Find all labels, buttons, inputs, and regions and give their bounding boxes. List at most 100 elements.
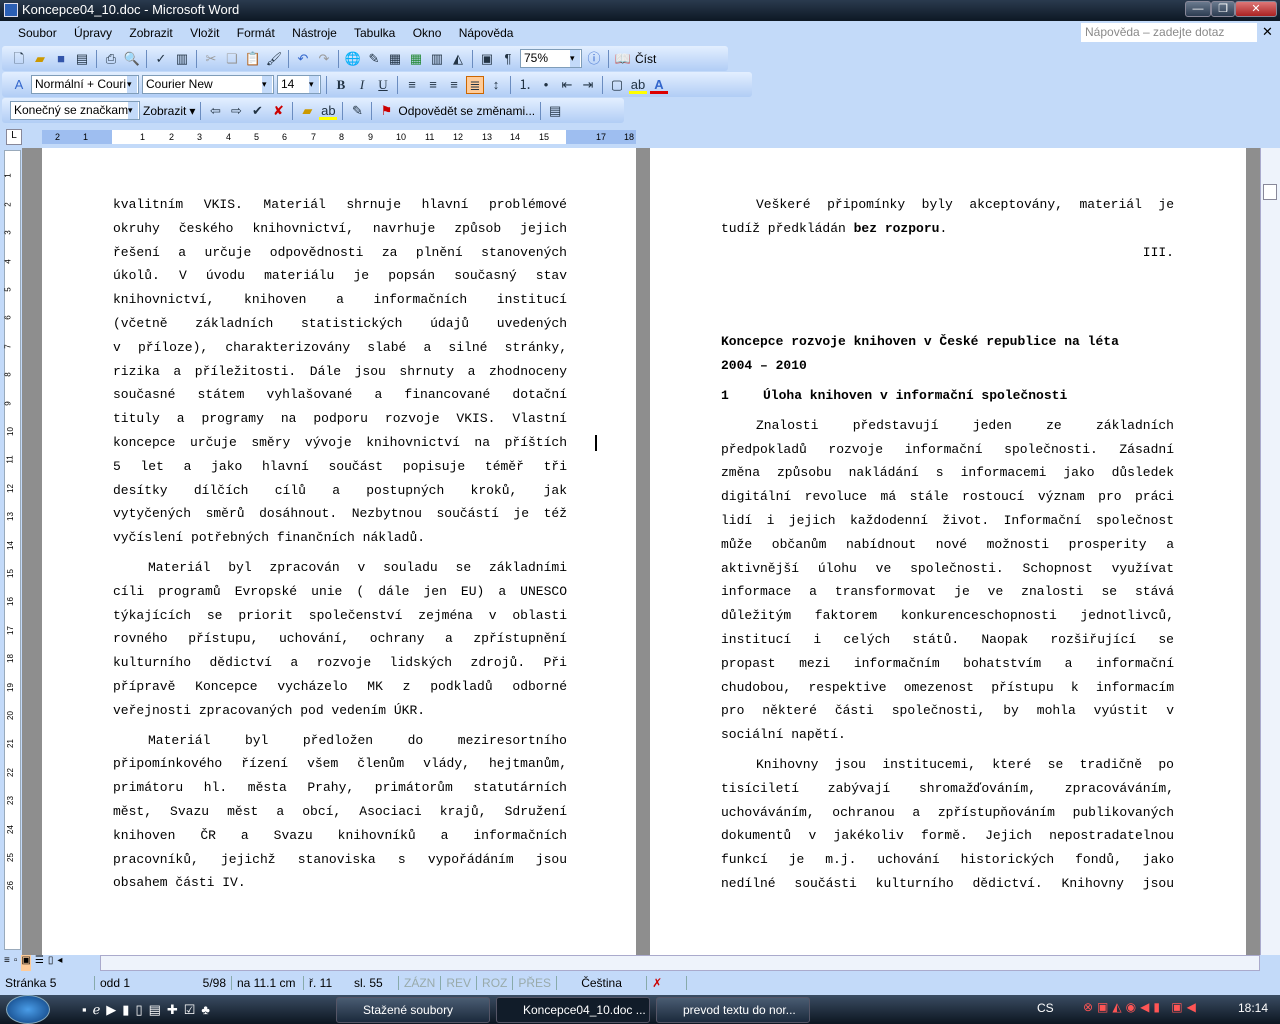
undo-icon[interactable]: ↶ [294, 50, 312, 68]
print-layout-icon[interactable]: ▣ [21, 955, 31, 971]
horizontal-ruler[interactable]: L 2 1 1 2 3 4 5 6 7 8 9 10 11 12 13 14 15 17 18 [0, 126, 1280, 148]
new-icon[interactable]: 🗋 [10, 50, 28, 68]
drawing-icon[interactable]: ◭ [449, 50, 467, 68]
permission-icon[interactable]: ▤ [73, 50, 91, 68]
insert-table-icon[interactable]: ▦ [386, 50, 404, 68]
tables-borders-icon[interactable]: ✎ [365, 50, 383, 68]
spelling-status-icon[interactable]: ✗ [647, 976, 688, 990]
menu-zobrazit[interactable]: Zobrazit [129, 26, 172, 40]
open-icon[interactable]: ▰ [31, 50, 49, 68]
copy-icon[interactable]: ❏ [223, 50, 241, 68]
bullets-icon[interactable]: • [537, 76, 555, 94]
cut-icon[interactable]: ✂ [202, 50, 220, 68]
left-page[interactable]: kvalitním VKIS. Materiál shrnuje hlavní … [42, 148, 636, 955]
read-button[interactable]: Číst [635, 52, 656, 66]
reviewing-pane-icon[interactable]: ▤ [546, 102, 564, 120]
menu-upravy[interactable]: Úpravy [74, 26, 112, 40]
spelling-icon[interactable]: ✓ [152, 50, 170, 68]
track-changes-icon[interactable]: ✎ [348, 102, 366, 120]
task-downloads[interactable]: Stažené soubory [336, 997, 490, 1023]
font-size-select[interactable]: 14 [277, 75, 321, 94]
next-change-icon[interactable]: ⇨ [227, 102, 245, 120]
redo-icon[interactable]: ↷ [315, 50, 333, 68]
menu-vlozit[interactable]: Vložit [190, 26, 219, 40]
align-right-icon[interactable]: ≡ [445, 76, 463, 94]
menu-format[interactable]: Formát [237, 26, 275, 40]
document-map-icon[interactable]: ▣ [478, 50, 496, 68]
reject-change-icon[interactable]: ✘ [269, 102, 287, 120]
line-spacing-icon[interactable]: ↕ [487, 76, 505, 94]
reply-with-changes-button[interactable]: Odpovědět se změnami... [398, 104, 535, 118]
vertical-scrollbar[interactable] [1260, 148, 1280, 955]
menu-tabulka[interactable]: Tabulka [354, 26, 395, 40]
help-search-input[interactable]: Nápověda – zadejte dotaz [1081, 23, 1257, 42]
research-icon[interactable]: ▥ [173, 50, 191, 68]
justify-icon[interactable]: ≣ [466, 75, 484, 94]
clock[interactable]: 18:14 [1238, 1001, 1268, 1015]
maximize-button[interactable]: ❐ [1211, 1, 1235, 17]
accept-change-icon[interactable]: ✔ [248, 102, 266, 120]
start-button[interactable] [6, 995, 50, 1024]
close-doc-icon[interactable]: ✕ [1262, 24, 1273, 40]
font-color-icon[interactable]: A [650, 76, 668, 94]
scroll-thumb[interactable] [1263, 184, 1277, 200]
show-menu-button[interactable]: Zobrazit [143, 104, 186, 118]
zoom-select[interactable]: 75% [520, 49, 582, 68]
save-icon[interactable]: ■ [52, 50, 70, 68]
align-center-icon[interactable]: ≡ [424, 76, 442, 94]
border-icon[interactable]: ▢ [608, 76, 626, 94]
print-icon[interactable]: ⎙ [102, 50, 120, 68]
outline-view-icon[interactable]: ☰ [35, 955, 44, 971]
status-overtype[interactable]: PŘES [513, 976, 558, 990]
vertical-ruler[interactable]: 1 2 3 4 5 6 7 8 9 10 11 12 13 14 15 16 17 18 19 20 21 22 23 24 2… [4, 150, 21, 950]
columns-icon[interactable]: ▥ [428, 50, 446, 68]
minimize-button[interactable]: — [1185, 1, 1211, 17]
previous-change-icon[interactable]: ⇦ [206, 102, 224, 120]
status-record[interactable]: ZÁZN [399, 976, 442, 990]
menu-soubor[interactable]: Soubor [18, 26, 57, 40]
task-browser[interactable]: prevod textu do nor... [656, 997, 810, 1023]
status-extend[interactable]: ROZ [477, 976, 514, 990]
insert-comment-icon[interactable]: ▰ [298, 102, 316, 120]
menu-nastroje[interactable]: Nástroje [292, 26, 337, 40]
menu-napoveda[interactable]: Nápověda [459, 26, 514, 40]
status-language[interactable]: Čeština [557, 976, 648, 990]
print-preview-icon[interactable]: 🔍 [123, 50, 141, 68]
help-icon[interactable]: ⓘ [585, 50, 603, 68]
underline-button[interactable]: U [374, 76, 392, 94]
styles-icon[interactable]: A [10, 76, 28, 94]
font-select[interactable]: Courier New [142, 75, 274, 94]
highlight-icon[interactable]: ab [629, 76, 647, 94]
markup-display-select[interactable]: Konečný se značkami [10, 101, 140, 120]
normal-view-icon[interactable]: ≡ [4, 955, 10, 971]
hyperlink-icon[interactable]: 🌐 [344, 50, 362, 68]
format-painter-icon[interactable]: 🖌 [265, 50, 283, 68]
read-icon[interactable]: 📖 [614, 50, 632, 68]
horizontal-scrollbar[interactable] [100, 955, 1260, 971]
highlight-icon[interactable]: ab [319, 102, 338, 120]
language-indicator[interactable]: CS [1037, 1001, 1054, 1015]
menu-okno[interactable]: Okno [413, 26, 442, 40]
close-button[interactable]: ✕ [1235, 1, 1277, 17]
increase-indent-icon[interactable]: ⇥ [579, 76, 597, 94]
align-left-icon[interactable]: ≡ [403, 76, 421, 94]
tab-selector-icon[interactable]: L [6, 129, 22, 145]
insert-excel-icon[interactable]: ▦ [407, 50, 425, 68]
italic-button[interactable]: I [353, 76, 371, 94]
scroll-left-icon[interactable]: ◂ [57, 955, 62, 971]
style-select[interactable]: Normální + Couri [31, 75, 139, 94]
decrease-indent-icon[interactable]: ⇤ [558, 76, 576, 94]
show-hide-icon[interactable]: ¶ [499, 50, 517, 68]
reply-flag-icon[interactable]: ⚑ [377, 102, 395, 120]
quick-launch-icons[interactable]: ▪ℯ▶▮▯▤✚☑♣ [82, 1002, 216, 1018]
reading-view-icon[interactable]: ▯ [48, 955, 54, 971]
document-area[interactable]: kvalitním VKIS. Materiál shrnuje hlavní … [22, 148, 1260, 955]
web-view-icon[interactable]: ▫ [14, 955, 18, 971]
bold-button[interactable]: B [332, 76, 350, 94]
numbering-icon[interactable]: ⒈ [516, 76, 534, 94]
right-page[interactable]: Veškeré připomínky byly akceptovány, mat… [650, 148, 1246, 955]
task-word[interactable]: Koncepce04_10.doc ... [496, 997, 650, 1023]
status-track[interactable]: REV [441, 976, 478, 990]
tray-icons[interactable]: ⊗▣◭◉◀▮ ▣◀ [1083, 1000, 1200, 1014]
paste-icon[interactable]: 📋 [244, 50, 262, 68]
